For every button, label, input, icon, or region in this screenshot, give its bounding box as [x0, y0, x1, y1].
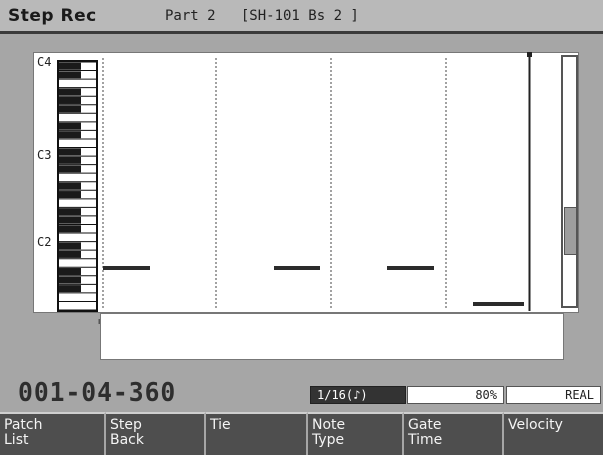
velocity-panel: [100, 313, 564, 360]
function-key-bar: Patch List Step Back Tie Note Type Gate …: [0, 412, 603, 455]
octave-label-c3: C3: [37, 148, 52, 162]
step-back-button[interactable]: Step Back: [106, 412, 206, 455]
note-type-label-1: Note: [312, 417, 346, 433]
input-mode-display[interactable]: REAL: [506, 386, 601, 404]
note-bar: [473, 302, 524, 306]
step-back-label-1: Step: [110, 417, 142, 433]
step-back-label-2: Back: [110, 432, 144, 448]
note-type-button[interactable]: Note Type: [308, 412, 404, 455]
gate-time-label-1: Gate: [408, 417, 442, 433]
patch-list-button[interactable]: Patch List: [0, 412, 106, 455]
scrollbar-thumb[interactable]: [564, 207, 577, 255]
note-type-label-2: Type: [312, 432, 345, 448]
velocity-label-1: Velocity: [508, 417, 563, 433]
note-bar: [274, 266, 320, 270]
octave-label-c4: C4: [37, 55, 52, 69]
end-marker-cap: [527, 52, 532, 57]
gate-time-label-2: Time: [408, 432, 443, 448]
tie-button[interactable]: Tie: [206, 412, 308, 455]
gate-time-button[interactable]: Gate Time: [404, 412, 504, 455]
octave-label-c2: C2: [37, 235, 52, 249]
gate-time-display[interactable]: 80%: [407, 386, 504, 404]
patch-list-label-1: Patch: [4, 417, 43, 433]
vertical-scrollbar[interactable]: [561, 55, 578, 308]
note-bar: [387, 266, 434, 270]
note-type-display[interactable]: 1/16(♪): [310, 386, 406, 404]
patch-list-label-2: List: [4, 432, 29, 448]
tie-label-1: Tie: [210, 417, 231, 433]
position-readout: 001-04-360: [18, 378, 177, 408]
note-bar: [103, 266, 150, 270]
velocity-button[interactable]: Velocity: [504, 412, 603, 455]
